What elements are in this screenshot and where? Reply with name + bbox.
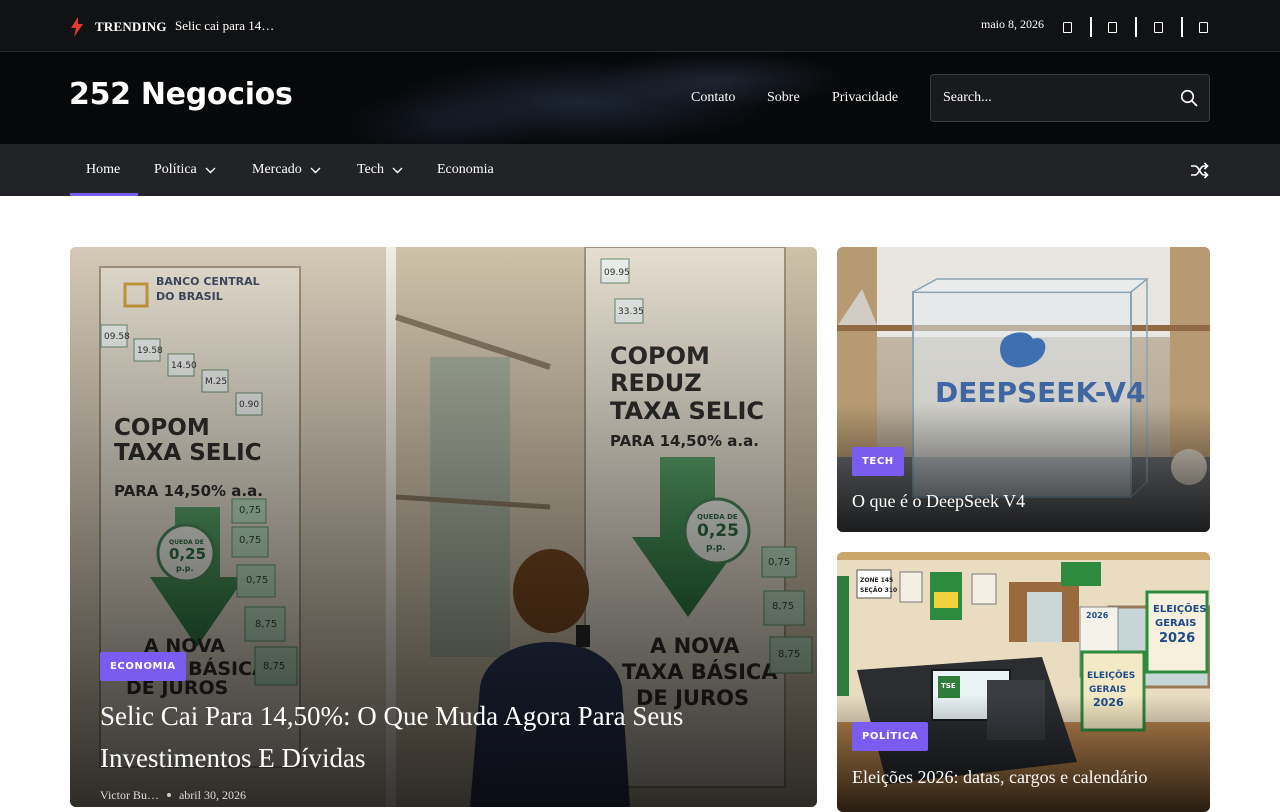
social-icon-1[interactable]: [1063, 18, 1072, 36]
shuffle-icon[interactable]: [1190, 162, 1209, 179]
nav-label: Tech: [357, 162, 385, 177]
nav-item-tech[interactable]: Tech: [357, 144, 403, 196]
top-bar: TRENDING Selic cai para 14… maio 8, 2026: [0, 0, 1280, 52]
category-badge[interactable]: TECH: [852, 447, 904, 476]
header-link-contato[interactable]: Contato: [691, 90, 735, 106]
chevron-down-icon: [392, 167, 403, 173]
search-box: [930, 74, 1210, 122]
social-icon-3[interactable]: [1154, 18, 1163, 36]
lightning-icon: [71, 17, 83, 37]
nav-label: Política: [154, 162, 197, 177]
article-title[interactable]: Eleições 2026: datas, cargos e calendári…: [852, 767, 1148, 788]
social-icon-2[interactable]: [1108, 18, 1117, 36]
article-meta: Victor Bu… abril 30, 2026: [100, 788, 246, 803]
trending-headline-link[interactable]: Selic cai para 14…: [175, 18, 274, 34]
search-input[interactable]: [943, 75, 1163, 121]
nav-item-home[interactable]: Home: [86, 144, 120, 196]
header-smoke-background: [330, 52, 890, 144]
featured-article-card[interactable]: BANCO CENTRAL DO BRASIL 09.58 19.58 14.5…: [70, 247, 817, 807]
site-header: 252 Negocios Contato Sobre Privacidade: [0, 52, 1280, 144]
divider: [1135, 17, 1137, 37]
nav-label: Economia: [437, 162, 494, 177]
nav-label: Mercado: [252, 162, 302, 177]
nav-item-politica[interactable]: Política: [154, 144, 216, 196]
meta-separator: [166, 793, 171, 797]
nav-label: Home: [86, 162, 121, 177]
trending-label: TRENDING: [95, 19, 167, 34]
current-date: maio 8, 2026: [981, 17, 1044, 31]
article-title[interactable]: O que é o DeepSeek V4: [852, 491, 1025, 512]
article-card-image: DEEPSEEK-V4: [837, 247, 1210, 532]
active-nav-indicator: [70, 193, 138, 196]
main-navigation: Home Política Mercado Tech Economia: [0, 144, 1280, 196]
nav-item-mercado[interactable]: Mercado: [252, 144, 321, 196]
chevron-down-icon: [205, 167, 216, 173]
divider: [1181, 17, 1183, 37]
chevron-down-icon: [310, 167, 321, 173]
category-badge[interactable]: POLÍTICA: [852, 722, 929, 751]
header-link-privacidade[interactable]: Privacidade: [832, 90, 898, 106]
featured-article-title[interactable]: Selic Cai Para 14,50%: O Que Muda Agora …: [100, 695, 790, 779]
site-logo[interactable]: 252 Negocios: [69, 77, 293, 112]
category-badge[interactable]: ECONOMIA: [100, 652, 186, 681]
search-icon[interactable]: [1180, 89, 1198, 107]
social-icon-4[interactable]: [1199, 18, 1208, 36]
article-card-tech[interactable]: DEEPSEEK-V4 TECH O que é o DeepSeek V4: [837, 247, 1210, 532]
header-link-sobre[interactable]: Sobre: [767, 90, 800, 106]
article-card-politica[interactable]: ZONE 145 SEÇÃO 310 ELEIÇÕES GERAIS 2026 …: [837, 552, 1210, 812]
divider: [1090, 17, 1092, 37]
nav-item-economia[interactable]: Economia: [437, 144, 494, 196]
